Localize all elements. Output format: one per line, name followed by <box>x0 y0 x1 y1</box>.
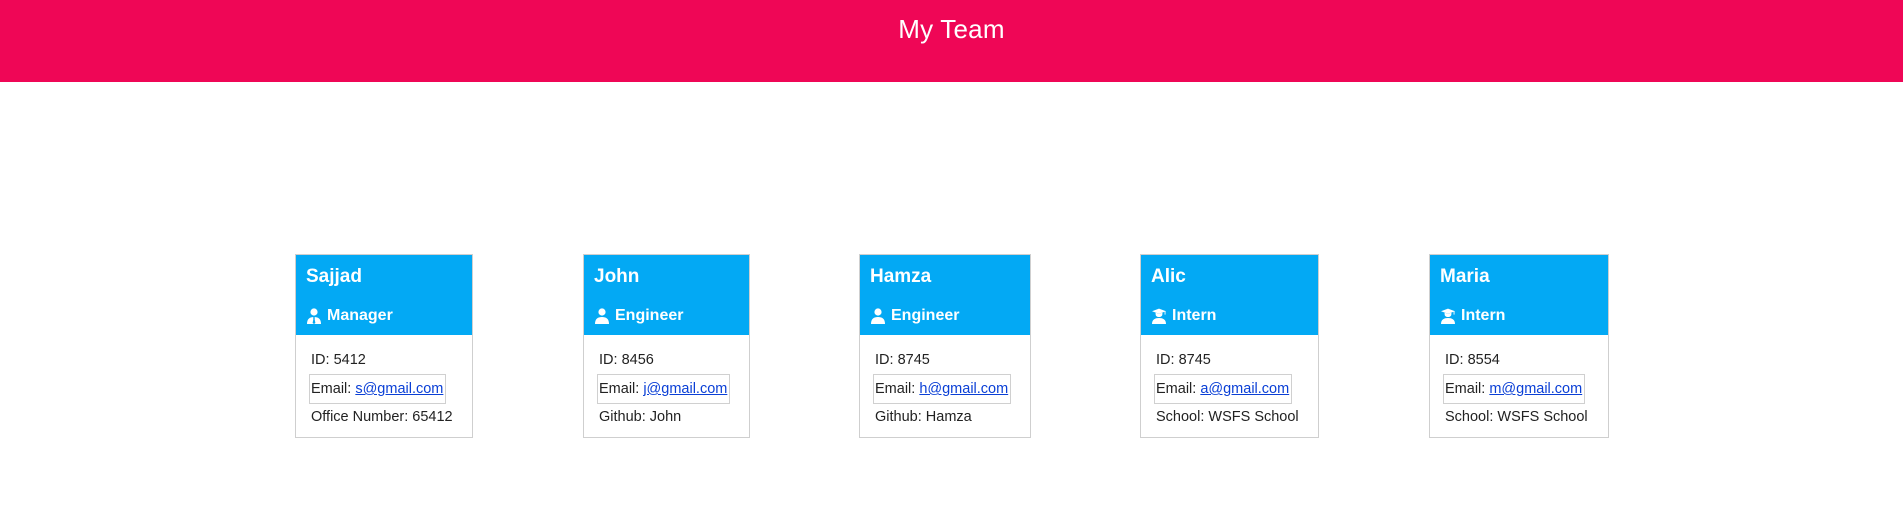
employee-id: ID: 8745 <box>1156 350 1304 374</box>
email-link[interactable]: a@gmail.com <box>1200 381 1289 397</box>
email-label: Email: <box>599 381 640 397</box>
email-link[interactable]: s@gmail.com <box>355 381 443 397</box>
card-header: John Engineer <box>584 255 749 335</box>
office-label: Office Number: <box>311 409 409 425</box>
employee-email: Email: s@gmail.com <box>309 374 447 404</box>
employee-github: Github: John <box>599 407 735 431</box>
office-value: 65412 <box>412 409 453 425</box>
role-label: Engineer <box>615 307 684 324</box>
employee-card-maria: Maria Intern ID: 8554 Email: m@gmail.com… <box>1429 254 1609 438</box>
user-tie-icon <box>307 308 321 324</box>
role-label: Manager <box>327 307 393 324</box>
card-header: Sajjad Manager <box>296 255 472 335</box>
employee-role: Engineer <box>870 307 959 325</box>
id-label: ID: <box>1156 352 1175 368</box>
email-label: Email: <box>875 381 916 397</box>
employee-school: School: WSFS School <box>1445 407 1594 431</box>
user-graduate-icon <box>1152 308 1166 324</box>
card-body: ID: 8745 Email: a@gmail.com School: WSFS… <box>1141 335 1318 431</box>
id-value: 8745 <box>897 352 930 368</box>
employee-card-sajjad: Sajjad Manager ID: 5412 Email: s@gmail.c… <box>295 254 473 438</box>
email-link[interactable]: j@gmail.com <box>643 381 727 397</box>
role-label: Intern <box>1461 307 1506 324</box>
employee-name: Hamza <box>870 266 932 287</box>
employee-name: Sajjad <box>306 266 362 287</box>
employee-id: ID: 8554 <box>1445 350 1594 374</box>
employee-name: Maria <box>1440 266 1490 287</box>
id-value: 5412 <box>333 352 366 368</box>
employee-id: ID: 8745 <box>875 350 1016 374</box>
email-link[interactable]: h@gmail.com <box>919 381 1008 397</box>
employee-id: ID: 5412 <box>311 350 458 374</box>
employee-email: Email: j@gmail.com <box>597 374 731 404</box>
school-value: WSFS School <box>1208 409 1299 425</box>
role-label: Engineer <box>891 307 960 324</box>
school-label: School: <box>1156 409 1205 425</box>
email-label: Email: <box>1445 381 1486 397</box>
employee-email: Email: a@gmail.com <box>1154 374 1293 404</box>
email-link[interactable]: m@gmail.com <box>1489 381 1582 397</box>
id-label: ID: <box>311 352 330 368</box>
employee-email: Email: m@gmail.com <box>1443 374 1586 404</box>
card-header: Hamza Engineer <box>860 255 1030 335</box>
id-value: 8745 <box>1178 352 1211 368</box>
github-value: John <box>649 409 682 425</box>
github-label: Github: <box>599 409 646 425</box>
employee-id: ID: 8456 <box>599 350 735 374</box>
role-label: Intern <box>1172 307 1217 324</box>
card-body: ID: 5412 Email: s@gmail.com Office Numbe… <box>296 335 472 431</box>
employee-role: Manager <box>306 307 393 325</box>
email-label: Email: <box>1156 381 1197 397</box>
id-value: 8456 <box>621 352 654 368</box>
page-title: My Team <box>898 14 1005 44</box>
school-label: School: <box>1445 409 1494 425</box>
employee-card-john: John Engineer ID: 8456 Email: j@gmail.co… <box>583 254 750 438</box>
id-label: ID: <box>1445 352 1464 368</box>
user-icon <box>595 308 609 324</box>
id-value: 8554 <box>1467 352 1500 368</box>
employee-github: Github: Hamza <box>875 407 1016 431</box>
employee-office-number: Office Number: 65412 <box>311 407 458 431</box>
card-body: ID: 8745 Email: h@gmail.com Github: Hamz… <box>860 335 1030 431</box>
card-header: Alic Intern <box>1141 255 1318 335</box>
card-header: Maria Intern <box>1430 255 1608 335</box>
employee-school: School: WSFS School <box>1156 407 1304 431</box>
email-label: Email: <box>311 381 352 397</box>
page-header: My Team <box>0 0 1903 82</box>
github-label: Github: <box>875 409 922 425</box>
employee-role: Intern <box>1440 307 1505 325</box>
employee-name: Alic <box>1151 266 1186 287</box>
card-body: ID: 8554 Email: m@gmail.com School: WSFS… <box>1430 335 1608 431</box>
employee-role: Engineer <box>594 307 683 325</box>
id-label: ID: <box>599 352 618 368</box>
github-value: Hamza <box>925 409 972 425</box>
user-graduate-icon <box>1441 308 1455 324</box>
employee-name: John <box>594 266 640 287</box>
employee-card-alic: Alic Intern ID: 8745 Email: a@gmail.com … <box>1140 254 1319 438</box>
user-icon <box>871 308 885 324</box>
card-body: ID: 8456 Email: j@gmail.com Github: John <box>584 335 749 431</box>
employee-card-hamza: Hamza Engineer ID: 8745 Email: h@gmail.c… <box>859 254 1031 438</box>
school-value: WSFS School <box>1497 409 1588 425</box>
employee-email: Email: h@gmail.com <box>873 374 1012 404</box>
id-label: ID: <box>875 352 894 368</box>
employee-role: Intern <box>1151 307 1216 325</box>
